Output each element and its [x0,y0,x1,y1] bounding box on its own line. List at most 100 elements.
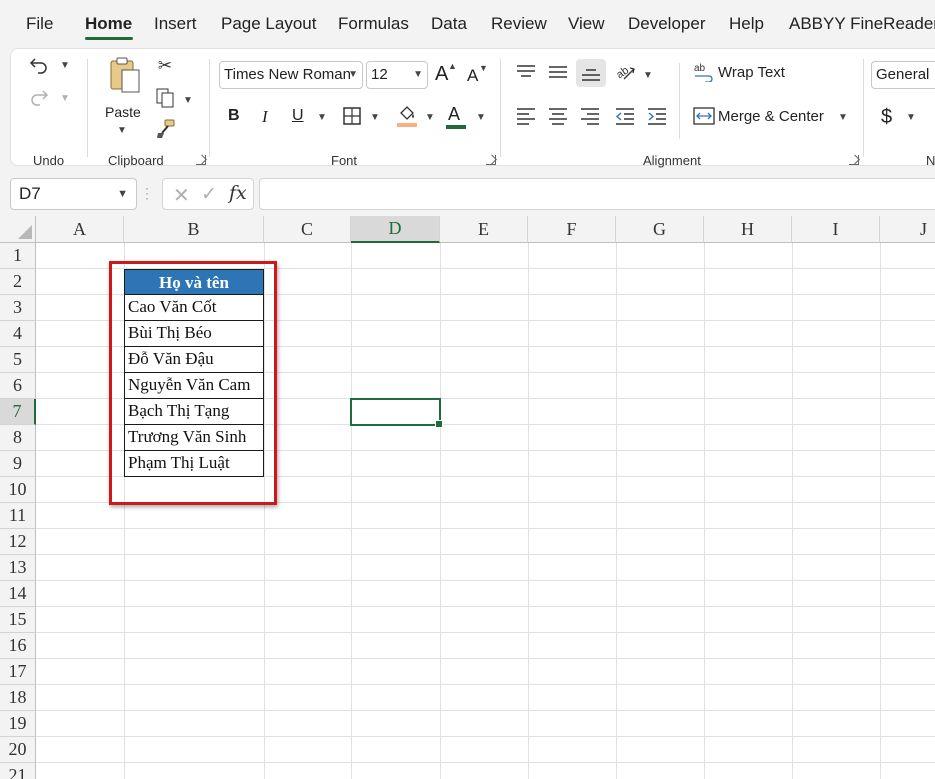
merge-center-icon[interactable] [692,105,716,127]
fill-color-icon[interactable] [395,103,419,129]
row-header-11[interactable]: 11 [0,503,36,529]
row-header-3[interactable]: 3 [0,295,36,321]
decrease-font-size-button[interactable]: A [467,66,478,86]
column-header-a[interactable]: A [36,216,124,243]
row-header-5[interactable]: 5 [0,347,36,373]
paste-dropdown-chevron-icon[interactable]: ▼ [117,125,127,136]
column-header-f[interactable]: F [528,216,616,243]
column-header-g[interactable]: G [616,216,704,243]
tab-file[interactable]: File [26,14,53,34]
row-header-19[interactable]: 19 [0,711,36,737]
tab-insert[interactable]: Insert [154,14,197,34]
row-header-20[interactable]: 20 [0,737,36,763]
active-cell-d7[interactable] [350,398,443,428]
row-header-18[interactable]: 18 [0,685,36,711]
cancel-icon[interactable]: ✕ [173,183,190,208]
column-header-c[interactable]: C [264,216,351,243]
undo-dropdown-chevron-icon[interactable]: ▼ [60,60,70,71]
font-size-select[interactable]: 12 ▼ [366,61,428,89]
tab-help[interactable]: Help [729,14,764,34]
font-launcher-icon[interactable] [486,155,496,165]
row-header-10[interactable]: 10 [0,477,36,503]
align-center-icon[interactable] [546,105,570,127]
paste-button[interactable]: Paste [105,104,141,120]
orientation-dropdown-chevron-icon[interactable]: ▼ [643,70,653,81]
column-header-e[interactable]: E [440,216,528,243]
orientation-icon[interactable]: ab [612,59,638,85]
copy-icon[interactable] [154,87,176,109]
merge-center-dropdown-chevron-icon[interactable]: ▼ [838,112,848,123]
tab-home[interactable]: Home [85,14,132,34]
bold-button[interactable]: B [228,107,240,125]
wrap-text-button[interactable]: Wrap Text [718,64,785,81]
clipboard-launcher-icon[interactable] [196,155,206,165]
row-header-17[interactable]: 17 [0,659,36,685]
row-header-9[interactable]: 9 [0,451,36,477]
row-header-12[interactable]: 12 [0,529,36,555]
merge-center-button[interactable]: Merge & Center [718,108,824,125]
tab-review[interactable]: Review [491,14,547,34]
tab-abbyy-finereader[interactable]: ABBYY FineReader 1 [789,14,935,34]
tab-data[interactable]: Data [431,14,467,34]
row-header-6[interactable]: 6 [0,373,36,399]
formula-input[interactable] [259,178,935,210]
row-header-7[interactable]: 7 [0,399,36,425]
row-header-13[interactable]: 13 [0,555,36,581]
italic-button[interactable]: I [262,107,268,127]
row-header-1[interactable]: 1 [0,243,36,269]
increase-indent-icon[interactable] [645,105,669,127]
wrap-text-icon[interactable]: ab [692,61,716,83]
enter-icon[interactable]: ✓ [201,183,217,206]
tab-developer[interactable]: Developer [628,14,706,34]
number-format-select[interactable]: General [871,61,935,89]
row-header-8[interactable]: 8 [0,425,36,451]
row-header-16[interactable]: 16 [0,633,36,659]
row-header-14[interactable]: 14 [0,581,36,607]
tab-view[interactable]: View [568,14,605,34]
column-header-i[interactable]: I [792,216,880,243]
font-name-select[interactable]: Times New Roman ▼ [219,61,363,89]
redo-icon[interactable] [27,85,51,109]
align-left-icon[interactable] [514,105,538,127]
undo-icon[interactable] [27,53,51,77]
column-header-j[interactable]: J [880,216,935,243]
cut-icon[interactable]: ✂ [154,55,176,77]
redo-dropdown-chevron-icon[interactable]: ▼ [60,93,70,104]
underline-button[interactable]: U [292,107,304,125]
tab-formulas[interactable]: Formulas [338,14,409,34]
middle-align-icon[interactable] [546,61,570,83]
copy-dropdown-chevron-icon[interactable]: ▼ [183,95,193,106]
alignment-launcher-icon[interactable] [849,155,859,165]
column-header-h[interactable]: H [704,216,792,243]
column-header-d[interactable]: D [351,216,440,243]
formula-bar-grip-icon[interactable]: · · · [145,182,149,204]
accounting-format-button[interactable]: $ [881,106,892,129]
row-header-21[interactable]: 21 [0,763,36,779]
underline-dropdown-chevron-icon[interactable]: ▼ [317,112,327,123]
decrease-indent-icon[interactable] [613,105,637,127]
font-color-swatch [446,125,466,129]
group-label-undo: Undo [33,153,65,168]
format-painter-icon[interactable] [154,117,178,141]
row-header-15[interactable]: 15 [0,607,36,633]
bottom-align-icon[interactable] [576,59,606,87]
font-color-dropdown-chevron-icon[interactable]: ▼ [476,112,486,123]
accounting-format-dropdown-chevron-icon[interactable]: ▼ [906,112,916,123]
name-box-value: D7 [19,184,41,203]
increase-font-size-button[interactable]: A [435,63,448,86]
borders-icon[interactable] [341,105,363,127]
column-header-b[interactable]: B [124,216,264,243]
row-header-2[interactable]: 2 [0,269,36,295]
row-header-4[interactable]: 4 [0,321,36,347]
paste-icon[interactable] [105,55,145,95]
fill-color-dropdown-chevron-icon[interactable]: ▼ [425,112,435,123]
select-all-corner[interactable] [0,216,36,243]
tab-page-layout[interactable]: Page Layout [221,14,316,34]
group-divider [500,59,501,157]
top-align-icon[interactable] [514,61,538,83]
font-color-button[interactable]: A [448,104,460,125]
name-box[interactable]: D7 ▼ [10,178,137,210]
align-right-icon[interactable] [578,105,602,127]
insert-function-button[interactable]: fx [229,182,247,204]
borders-dropdown-chevron-icon[interactable]: ▼ [370,112,380,123]
